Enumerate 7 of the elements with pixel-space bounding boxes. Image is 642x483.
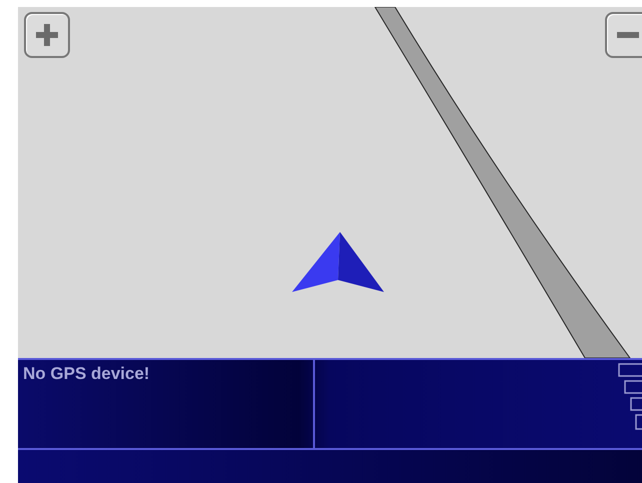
status-message: No GPS device! — [23, 364, 151, 384]
plus-icon — [36, 24, 58, 46]
minus-icon — [617, 32, 639, 38]
zoom-in-button[interactable] — [24, 12, 70, 58]
signal-bars-icon — [618, 363, 642, 431]
position-arrow-icon — [292, 232, 384, 292]
zoom-out-button[interactable] — [605, 12, 642, 58]
